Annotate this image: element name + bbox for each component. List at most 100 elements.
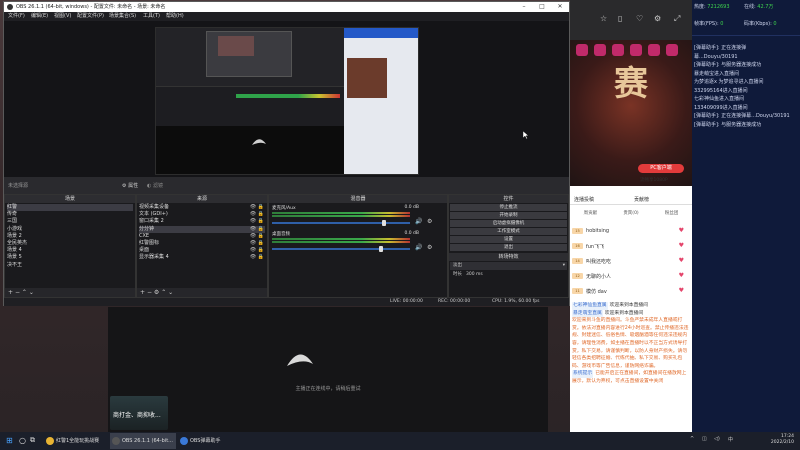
studio-mode-button[interactable]: 工作室模式 [450, 228, 567, 235]
subtab-vip[interactable]: 贵宾(0) [611, 208, 652, 220]
volume-slider[interactable] [272, 222, 410, 224]
start-recording-button[interactable]: 开始录制 [450, 212, 567, 219]
menu-view[interactable]: 视图(V) [54, 12, 71, 21]
source-item[interactable]: 红警图标 👁 🔒 [139, 240, 265, 247]
menu-scene-collection[interactable]: 场景集合(S) [109, 12, 136, 21]
promo-card[interactable]: 商打金、商抑收... [110, 396, 168, 430]
gift-icon[interactable] [648, 44, 660, 56]
minimize-icon[interactable]: – [515, 2, 533, 12]
remove-icon[interactable]: − [15, 289, 20, 296]
level-badge: 15 [572, 228, 583, 234]
gift-icon[interactable] [630, 44, 642, 56]
gift-icon[interactable] [666, 44, 678, 56]
maximize-icon[interactable]: □ [533, 2, 551, 12]
search-icon[interactable]: ○ [19, 436, 26, 445]
menu-edit[interactable]: 编辑(E) [31, 12, 48, 21]
add-icon[interactable]: + [8, 289, 13, 296]
visibility-lock-icons[interactable]: 👁 🔒 [250, 226, 264, 233]
add-icon[interactable]: + [140, 289, 145, 296]
phone-icon[interactable]: ▯ [618, 15, 626, 23]
duration-label: 时长 [453, 272, 462, 277]
visibility-lock-icons[interactable]: 👁 🔒 [250, 254, 264, 261]
speaker-icon[interactable]: 🔊 [415, 218, 422, 225]
star-icon[interactable]: ☆ [600, 15, 608, 23]
settings-icon[interactable]: ⚙ [654, 15, 662, 23]
gift-icon[interactable] [576, 44, 588, 56]
task-view-icon[interactable]: ⧉ [30, 436, 35, 445]
gift-icon[interactable] [594, 44, 606, 56]
visibility-lock-icons[interactable]: 👁 🔒 [250, 218, 264, 225]
settings-button[interactable]: 设置 [450, 236, 567, 243]
visibility-lock-icons[interactable]: 👁 🔒 [250, 233, 264, 240]
menu-profile[interactable]: 配置文件(P) [77, 12, 104, 21]
scene-item[interactable]: 小游戏 [7, 226, 133, 233]
filters-button[interactable]: ◐ 滤镜 [147, 182, 163, 189]
list-item[interactable]: 11 模仿 dav ♥ [570, 284, 692, 299]
fan-name: 叫我还吃吃 [586, 259, 612, 265]
source-item[interactable]: 显示器采集 4 👁 🔒 [139, 254, 265, 261]
stop-streaming-button[interactable]: 停止推流 [450, 204, 567, 211]
scene-item[interactable]: 传奇 [7, 211, 133, 218]
start-virtual-camera-button[interactable]: 启动虚拟摄像机 [450, 220, 567, 227]
volume-slider-knob[interactable] [379, 246, 383, 252]
taskbar-item-browser[interactable]: 红警1全能玩挑战赛 [44, 433, 108, 449]
menu-tools[interactable]: 工具(T) [143, 12, 160, 21]
scene-item[interactable]: 红警 [7, 204, 133, 212]
list-item[interactable]: 15 hobitsing ♥ [570, 224, 692, 239]
preview-area[interactable] [4, 21, 569, 177]
source-item[interactable]: 窗口采集 2 👁 🔒 [139, 218, 265, 225]
menu-help[interactable]: 帮助(H) [166, 12, 184, 21]
transition-duration[interactable]: 时长 300 ms [450, 271, 567, 279]
pc-client-button[interactable]: PC客户端 [638, 164, 684, 173]
volume-slider-knob[interactable] [382, 220, 386, 226]
tab-ranking[interactable]: 贡献榜 [634, 196, 649, 203]
mixer-channel: 桌面音频 0.0 dB 🔊 ⚙ [269, 229, 447, 255]
scene-item[interactable]: 全民英杰 [7, 240, 133, 247]
taskbar-item-obs[interactable]: OBS 26.1.1 (64-bit... [110, 433, 176, 449]
stream-player[interactable]: 主播正在连线中，请稍后重试 [108, 307, 548, 432]
speaker-icon[interactable]: 🔊 [415, 244, 422, 251]
gear-icon[interactable]: ⚙ [427, 218, 432, 225]
player-message: 主播正在连线中，请稍后重试 [295, 386, 361, 392]
clock[interactable]: 17:24 2022/2/10 [771, 434, 794, 446]
tab-broadcast[interactable]: 连播投稿 [574, 196, 594, 203]
menu-file[interactable]: 文件(F) [8, 12, 25, 21]
close-icon[interactable]: ✕ [551, 2, 569, 12]
list-item[interactable]: 14 叫我还吃吃 ♥ [570, 254, 692, 269]
user-tag[interactable]: 暴走萌宝直属 [572, 309, 603, 318]
volume-icon[interactable]: ◁) [714, 436, 720, 442]
source-item[interactable]: CXE 👁 🔒 [139, 233, 265, 240]
source-item[interactable]: 分分钟 👁 🔒 [139, 225, 265, 233]
settings-icon[interactable]: ⚙ [154, 289, 159, 296]
list-item[interactable]: 12 无聊的小人 ♥ [570, 269, 692, 284]
scene-item[interactable]: 场景 5 [7, 254, 133, 261]
down-icon[interactable]: ⌄ [168, 289, 173, 296]
gear-icon[interactable]: ⚙ [427, 244, 432, 251]
gift-icon[interactable] [612, 44, 624, 56]
heart-icon[interactable]: ♡ [636, 15, 644, 23]
scene-item[interactable]: 决不王 [7, 262, 133, 269]
scene-item[interactable]: 场景 4 [7, 247, 133, 254]
tray-chevron-icon[interactable]: ^ [690, 436, 694, 442]
scene-item[interactable]: 场景 2 [7, 233, 133, 240]
scene-item[interactable]: 三国 [7, 218, 133, 225]
up-icon[interactable]: ⌃ [161, 289, 166, 296]
user-tag[interactable]: 七彩神仙鱼直属 [572, 302, 608, 310]
ime-icon[interactable]: 中 [728, 436, 733, 443]
expand-icon[interactable]: ⤢ [674, 15, 682, 23]
down-icon[interactable]: ⌄ [29, 289, 34, 296]
up-icon[interactable]: ⌃ [22, 289, 27, 296]
network-icon[interactable]: ◫ [702, 436, 707, 442]
subtab-fanclub[interactable]: 粉丝团 [651, 208, 692, 220]
properties-button[interactable]: ⚙ 属性 [122, 182, 138, 189]
title-bar[interactable]: OBS 26.1.1 (64-bit, windows) - 配置文件: 未命名… [4, 2, 569, 12]
remove-icon[interactable]: − [147, 289, 152, 296]
subtab-weekly[interactable]: 周贡献 [570, 208, 611, 220]
preview-canvas[interactable] [155, 27, 419, 175]
volume-slider[interactable] [272, 248, 410, 250]
transition-select[interactable]: 淡出 ▾ [450, 262, 567, 270]
exit-button[interactable]: 退出 [450, 244, 567, 251]
taskbar-item-danmaku[interactable]: OBS弹幕助手 [178, 433, 238, 449]
windows-start-icon[interactable]: ⊞ [6, 436, 13, 445]
list-item[interactable]: 16 fun飞飞 ♥ [570, 239, 692, 254]
